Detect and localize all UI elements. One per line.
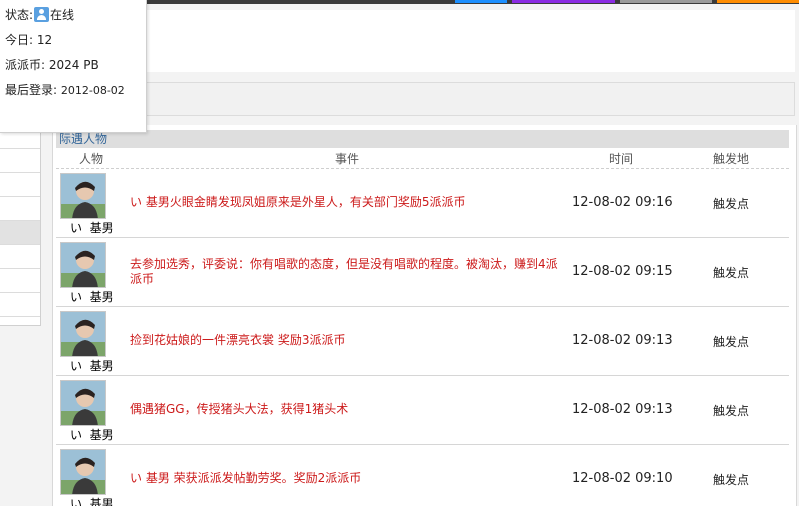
trigger-place: 触发点: [713, 404, 750, 418]
left-nav-item[interactable]: [0, 173, 40, 197]
last-login-line: 最后登录: 2012-08-02: [5, 81, 125, 98]
status-label: 状态:: [5, 8, 34, 22]
event-time: 12-08-02 09:13: [572, 402, 673, 417]
today-label: 今日:: [5, 33, 34, 47]
event-time: 12-08-02 09:16: [572, 195, 673, 210]
coins-line: 派派币: 2024 PB: [5, 56, 99, 73]
feed-row: い 基男 捡到花姑娘的一件漂亮衣裳 奖励3派派币 12-08-02 09:13 …: [56, 307, 789, 376]
event-text: 捡到花姑娘的一件漂亮衣裳 奖励3派派币: [130, 333, 346, 347]
user-info-popup: 状态: 在线 今日: 12 派派币: 2024 PB 最后登录: 2012-08-…: [0, 0, 147, 133]
trigger-place: 触发点: [713, 335, 750, 349]
feed-row: い 基男 去参加选秀，评委说：你有唱歌的态度，但是没有唱歌的程度。被淘汰，赚到4…: [56, 238, 789, 307]
event-text: 去参加选秀，评委说：你有唱歌的态度，但是没有唱歌的程度。被淘汰，赚到4派派币: [130, 257, 558, 286]
event-time: 12-08-02 09:15: [572, 264, 673, 279]
user-name[interactable]: い 基男: [70, 219, 114, 236]
status-value: 在线: [50, 8, 75, 22]
last-login-value: 2012-08-02: [60, 84, 125, 97]
user-name[interactable]: い 基男: [70, 357, 114, 374]
left-nav: [0, 125, 41, 326]
event-time: 12-08-02 09:13: [572, 333, 673, 348]
event-text: 偶遇猪GG，传授猪头大法，获得1猪头术: [130, 402, 349, 416]
left-nav-item[interactable]: [0, 269, 40, 293]
left-nav-item[interactable]: [0, 293, 40, 317]
event-time: 12-08-02 09:10: [572, 471, 673, 486]
feed-row: い 基男 偶遇猪GG，传授猪头大法，获得1猪头术 12-08-02 09:13 …: [56, 376, 789, 445]
status-line: 状态: 在线: [5, 6, 74, 23]
today-line: 今日: 12: [5, 31, 52, 48]
column-header-time: 时间: [609, 152, 634, 166]
avatar[interactable]: [60, 242, 106, 288]
user-name[interactable]: い 基男: [70, 495, 114, 506]
left-nav-item[interactable]: [0, 197, 40, 221]
nav-tab-blue[interactable]: [455, 0, 507, 3]
avatar[interactable]: [60, 449, 106, 495]
event-text: い 基男火眼金睛发现凤姐原来是外星人，有关部门奖励5派派币: [130, 195, 466, 209]
event-text: い 基男 荣获派派发帖勤劳奖。奖励2派派币: [130, 471, 362, 485]
column-header-person: 人物: [79, 152, 104, 166]
trigger-place: 触发点: [713, 473, 750, 487]
nav-tab-gray[interactable]: [620, 0, 712, 3]
trigger-place: 触发点: [713, 266, 750, 280]
feed-row: い 基男 い 基男 荣获派派发帖勤劳奖。奖励2派派币 12-08-02 09:1…: [56, 445, 789, 506]
left-nav-item-active[interactable]: [0, 221, 40, 245]
user-name[interactable]: い 基男: [70, 426, 114, 443]
today-value: 12: [36, 33, 53, 47]
left-nav-item[interactable]: [0, 149, 40, 173]
nav-tab-purple[interactable]: [512, 0, 615, 3]
coins-label: 派派币:: [5, 58, 46, 72]
avatar[interactable]: [60, 311, 106, 357]
user-name[interactable]: い 基男: [70, 288, 114, 305]
avatar[interactable]: [60, 173, 106, 219]
trigger-place: 触发点: [713, 197, 750, 211]
section-title: 际遇人物: [56, 130, 789, 148]
left-nav-item[interactable]: [0, 245, 40, 269]
column-header-event: 事件: [335, 152, 360, 166]
nav-tab-orange[interactable]: [717, 0, 799, 3]
last-login-label: 最后登录:: [5, 83, 58, 97]
feed-row: い 基男 い 基男火眼金睛发现凤姐原来是外星人，有关部门奖励5派派币 12-08…: [56, 169, 789, 238]
column-header-place: 触发地: [713, 152, 750, 166]
encounter-panel: 际遇人物 人物 事件 时间 触发地 い 基男 い 基男火眼金睛发现凤姐原来是外星…: [52, 125, 797, 506]
user-online-icon: [34, 7, 50, 22]
avatar[interactable]: [60, 380, 106, 426]
coins-value: 2024 PB: [48, 58, 99, 72]
